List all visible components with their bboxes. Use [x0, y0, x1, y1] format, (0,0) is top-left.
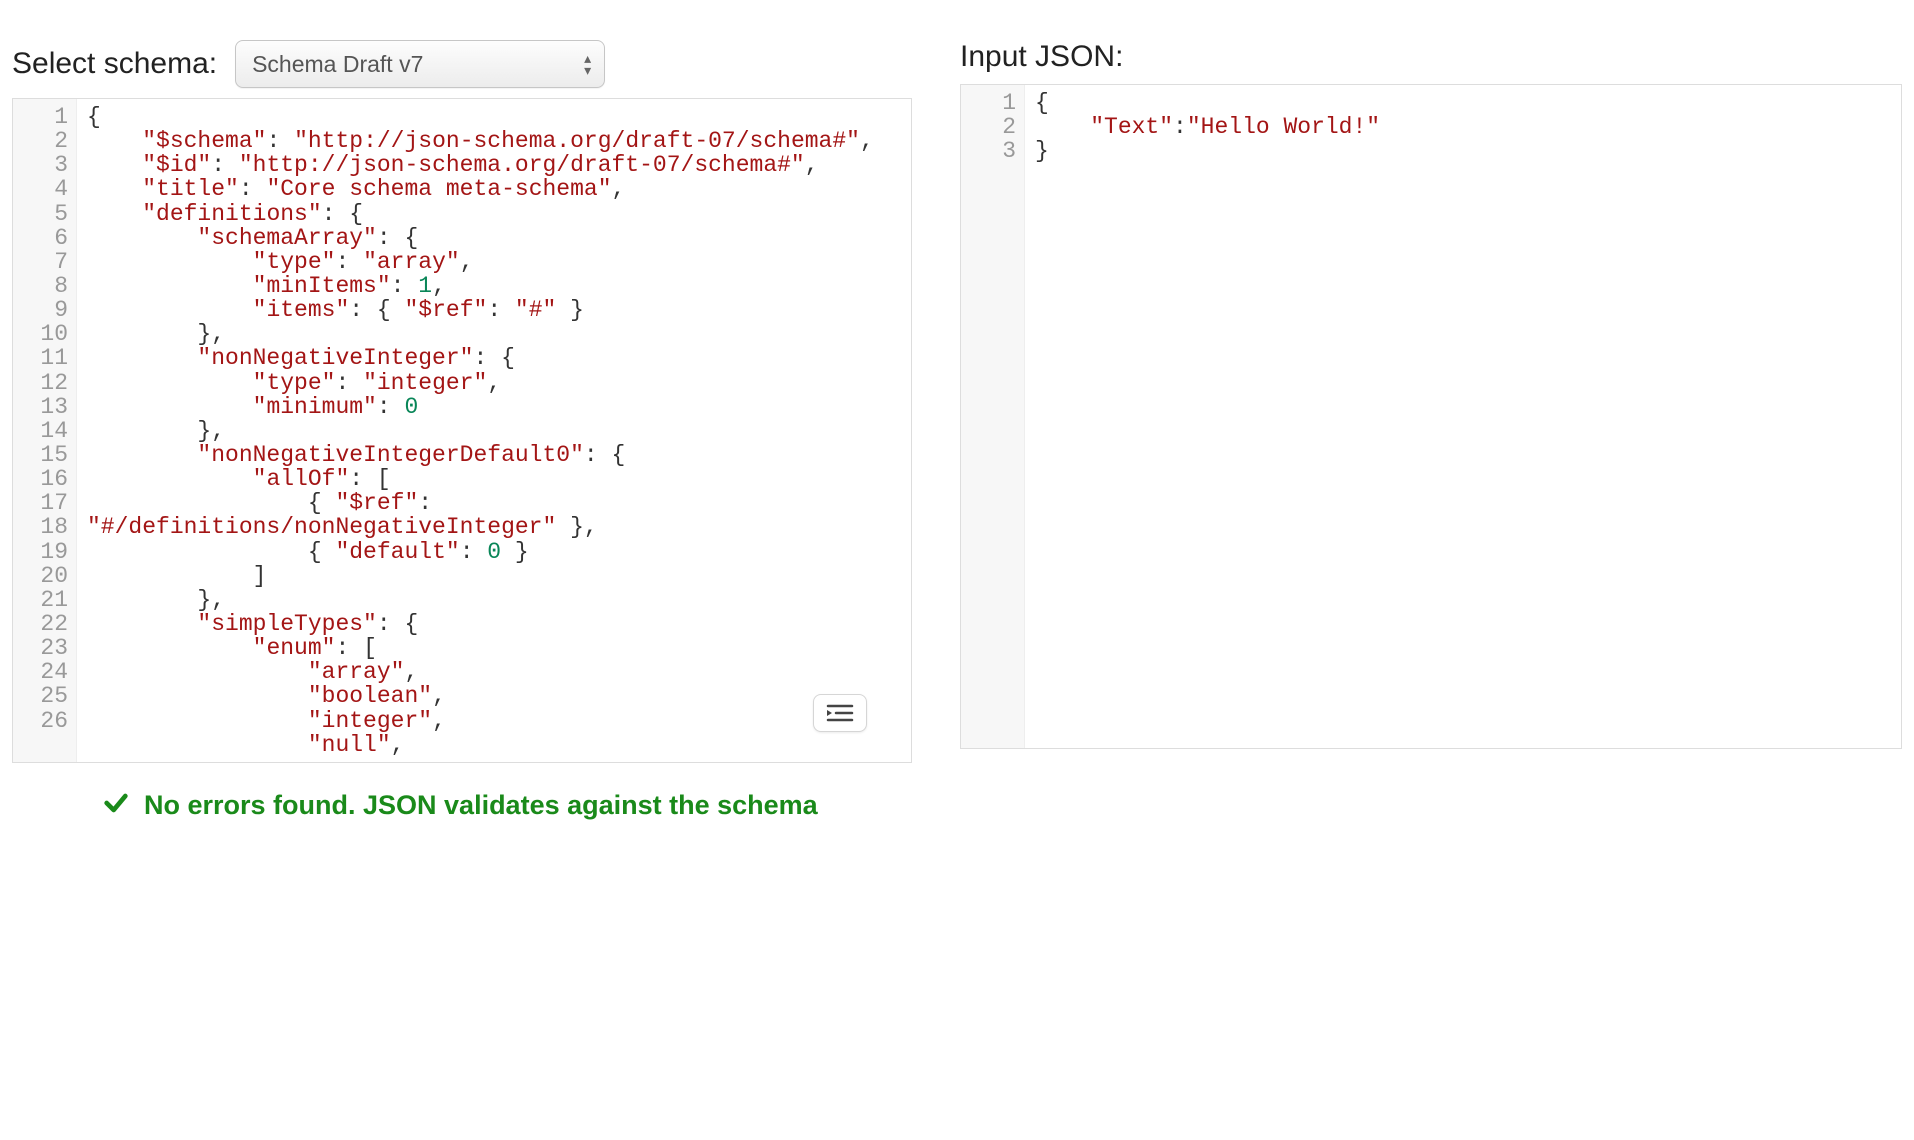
indent-icon [826, 703, 854, 723]
code-line: "schemaArray": { [87, 226, 901, 250]
validation-message: No errors found. JSON validates against … [144, 790, 818, 821]
code-line: { [87, 105, 901, 129]
code-line: ] [87, 564, 901, 588]
json-editor-gutter: 1 2 3 [961, 85, 1025, 748]
schema-editor-gutter: 1 2 3 4 5 6 7 8 9 10 11 12 13 14 15 16 1… [13, 99, 77, 762]
code-line: "nonNegativeInteger": { [87, 346, 901, 370]
code-line: "array", [87, 660, 901, 684]
code-line: "integer", [87, 709, 901, 733]
code-line: "Text":"Hello World!" [1035, 115, 1891, 139]
code-line: { [1035, 91, 1891, 115]
format-button[interactable] [813, 694, 867, 732]
code-line: "title": "Core schema meta-schema", [87, 177, 901, 201]
schema-select[interactable]: Schema Draft v7 [235, 40, 605, 88]
code-line: { "default": 0 } [87, 540, 901, 564]
code-line: }, [87, 322, 901, 346]
code-line: "nonNegativeIntegerDefault0": { [87, 443, 901, 467]
select-schema-label: Select schema: [12, 47, 217, 81]
schema-editor[interactable]: 1 2 3 4 5 6 7 8 9 10 11 12 13 14 15 16 1… [12, 98, 912, 763]
code-line: "type": "array", [87, 250, 901, 274]
code-line: "definitions": { [87, 202, 901, 226]
code-line: }, [87, 588, 901, 612]
schema-editor-code[interactable]: { "$schema": "http://json-schema.org/dra… [77, 99, 911, 762]
code-line: "type": "integer", [87, 371, 901, 395]
validation-status: No errors found. JSON validates against … [102, 789, 1902, 822]
code-line: "null", [87, 733, 901, 757]
code-line: "$schema": "http://json-schema.org/draft… [87, 129, 901, 153]
code-line: "minItems": 1, [87, 274, 901, 298]
code-line: }, [87, 419, 901, 443]
code-line: } [1035, 139, 1891, 163]
code-line: "$id": "http://json-schema.org/draft-07/… [87, 153, 901, 177]
code-line: "boolean", [87, 684, 901, 708]
json-editor-code[interactable]: { "Text":"Hello World!"} [1025, 85, 1901, 748]
code-line: "enum": [ [87, 636, 901, 660]
code-line: "allOf": [ [87, 467, 901, 491]
code-line: "minimum": 0 [87, 395, 901, 419]
check-icon [102, 789, 130, 822]
code-line: { "$ref": "#/definitions/nonNegativeInte… [87, 491, 901, 539]
code-line: "simpleTypes": { [87, 612, 901, 636]
json-editor[interactable]: 1 2 3 { "Text":"Hello World!"} [960, 84, 1902, 749]
code-line: "items": { "$ref": "#" } [87, 298, 901, 322]
input-json-label: Input JSON: [960, 40, 1123, 74]
